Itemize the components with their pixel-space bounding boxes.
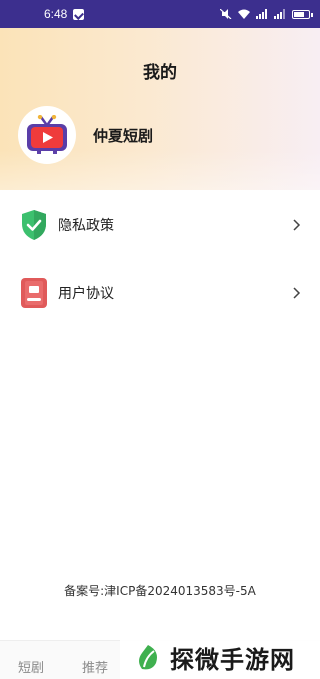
leaf-logo-icon (139, 644, 157, 669)
battery-icon (292, 9, 313, 19)
status-time: 6:48 (44, 7, 68, 21)
watermark-text: 探微手游网 (170, 646, 295, 674)
wifi-icon (238, 9, 250, 19)
tv-play-icon (27, 115, 67, 154)
signal-icon-2 (274, 9, 285, 19)
chevron-right-icon (293, 219, 301, 231)
shield-check-icon (20, 209, 48, 241)
menu-item-privacy-policy[interactable]: 隐私政策 (0, 195, 320, 255)
icp-record[interactable]: 备案号:津ICP备2024013583号-5A (0, 582, 320, 599)
tab-recommend[interactable]: 推荐 (82, 657, 108, 676)
signal-icon (256, 9, 267, 19)
menu-item-user-agreement[interactable]: 用户协议 (0, 263, 320, 323)
tab-short-drama[interactable]: 短剧 (18, 657, 44, 676)
app-name: 仲夏短剧 (93, 127, 154, 145)
status-icons (220, 9, 313, 19)
profile-header: 我的 仲夏短剧 (0, 28, 320, 190)
menu-item-label: 隐私政策 (58, 218, 114, 234)
document-icon (20, 277, 48, 309)
notification-icon (73, 8, 85, 20)
status-bar: 6:48 (0, 0, 320, 28)
menu-item-label: 用户协议 (58, 286, 114, 302)
page-title: 我的 (143, 63, 177, 83)
watermark: 探微手游网 (120, 636, 320, 679)
avatar[interactable] (18, 106, 76, 164)
chevron-right-icon (293, 287, 301, 299)
mute-icon (220, 9, 232, 19)
